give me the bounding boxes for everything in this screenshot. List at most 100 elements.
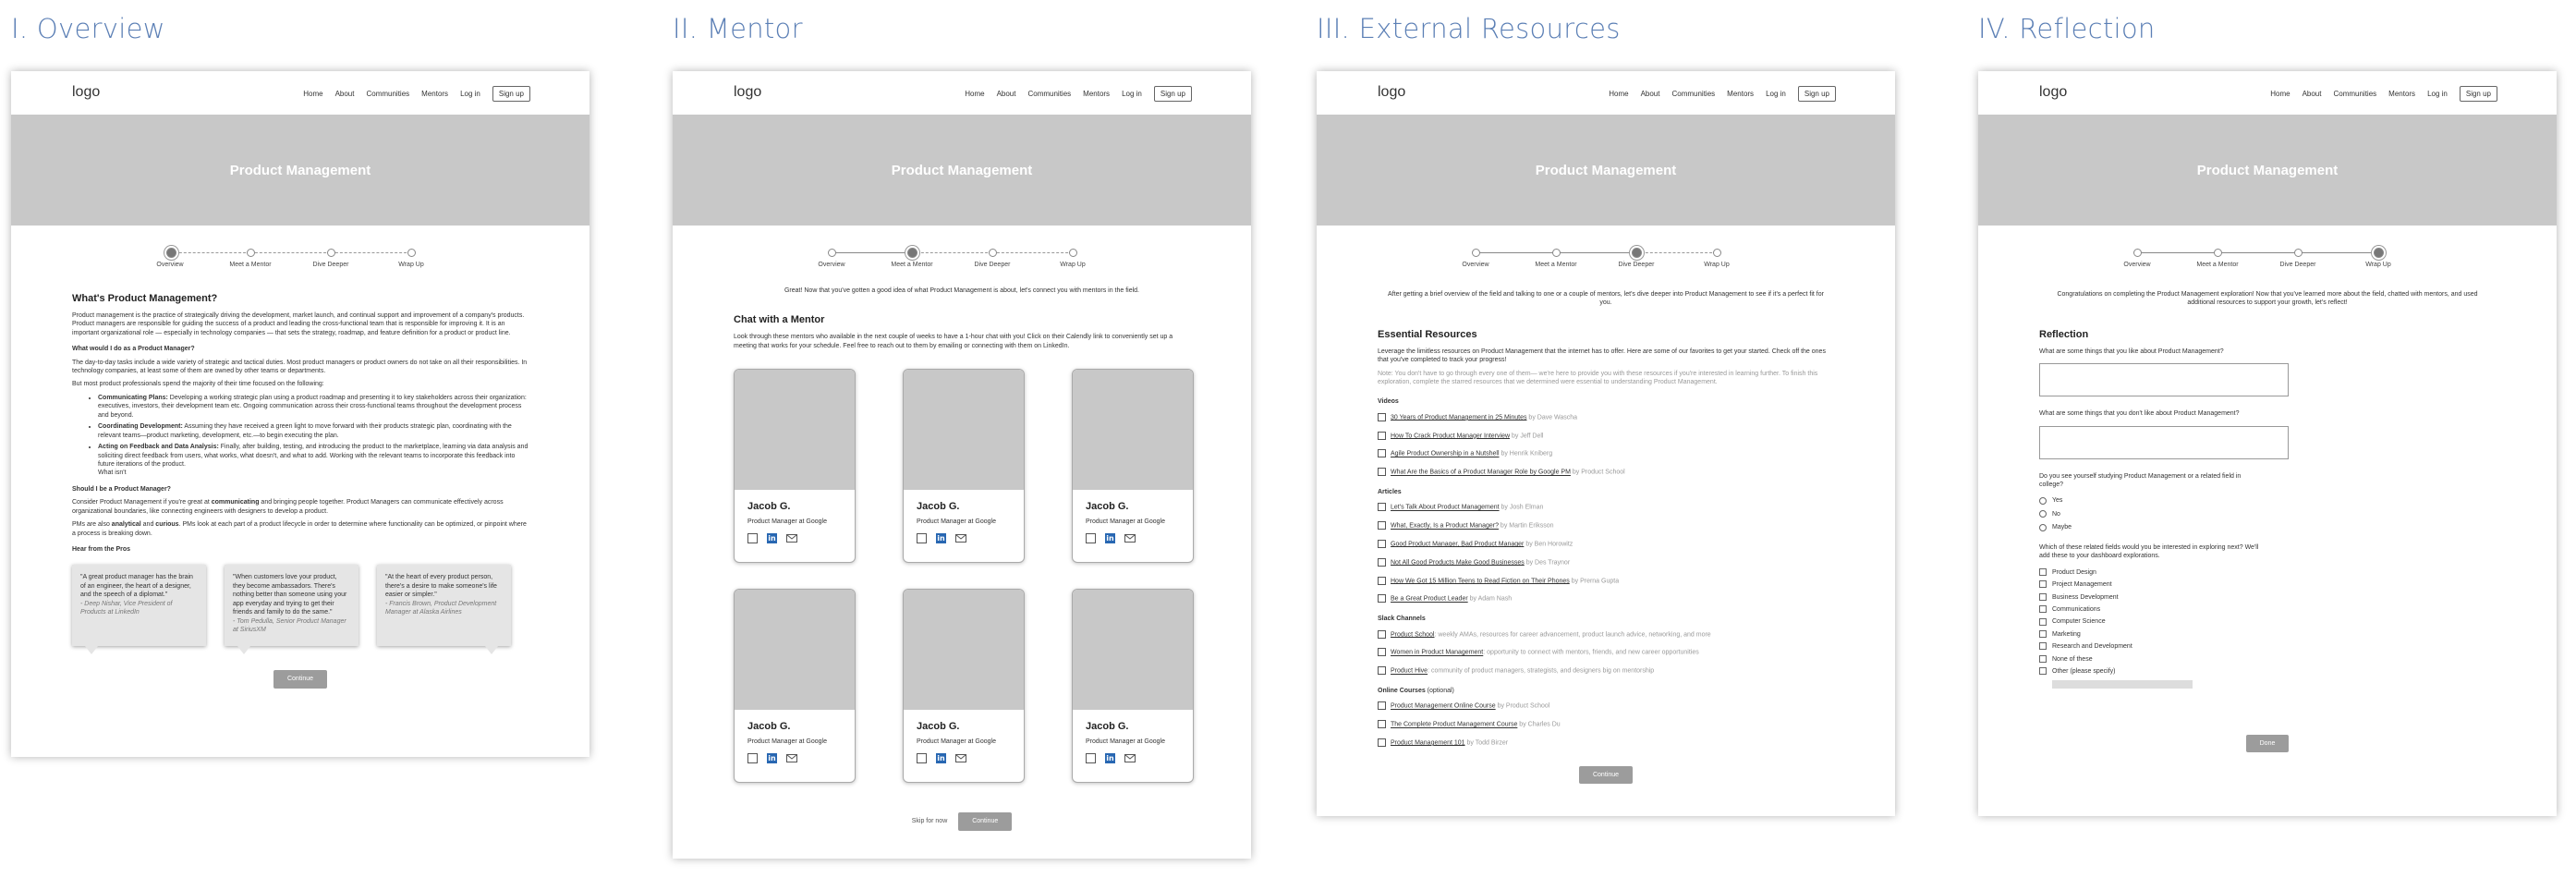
resource-item[interactable]: Good Product Manager, Bad Product Manage… [1378,540,1834,549]
resource-checkbox[interactable] [1378,431,1386,440]
nav-login[interactable]: Log in [2427,90,2448,98]
resource-item[interactable]: Let's Talk About Product Management by J… [1378,503,1834,512]
resource-item[interactable]: 30 Years of Product Management in 25 Min… [1378,412,1834,422]
resource-item[interactable]: Product Hive: community of product manag… [1378,666,1834,676]
resource-checkbox[interactable] [1378,468,1386,477]
resource-item[interactable]: How To Crack Product Manager Interview b… [1378,431,1834,441]
radio-option-yes[interactable]: Yes [2039,496,2496,505]
step-dot-mentor[interactable] [1552,249,1561,257]
resource-checkbox[interactable] [1378,576,1386,585]
resource-item[interactable]: Agile Product Ownership in a Nutshell by… [1378,449,1834,458]
nav-login[interactable]: Log in [460,90,480,98]
calendar-icon[interactable] [747,753,758,764]
mail-icon[interactable] [955,754,966,763]
resource-checkbox[interactable] [1378,557,1386,567]
resource-checkbox[interactable] [1378,412,1386,421]
nav-communities[interactable]: Communities [366,90,409,98]
resource-checkbox[interactable] [1378,540,1386,549]
resource-item[interactable]: Product Management Online Course by Prod… [1378,701,1834,711]
radio-option-no[interactable]: No [2039,510,2496,518]
radio-option-maybe[interactable]: Maybe [2039,523,2496,531]
step-dot-mentor[interactable] [247,249,255,257]
logo[interactable]: logo [2039,84,2067,101]
linkedin-icon[interactable]: in [767,533,777,544]
radio-button[interactable] [2039,496,2047,505]
resource-checkbox[interactable] [1378,720,1386,729]
signup-button[interactable]: Sign up [1797,86,1836,102]
resource-item[interactable]: How We Got 15 Million Teens to Read Fict… [1378,576,1834,586]
resource-checkbox[interactable] [1378,449,1386,458]
skip-link[interactable]: Skip for now [912,818,948,824]
nav-communities[interactable]: Communities [1027,90,1071,98]
done-button[interactable]: Done [2245,734,2290,753]
field-checkbox[interactable] [2039,580,2047,589]
nav-mentors[interactable]: Mentors [421,90,448,98]
nav-about[interactable]: About [1641,90,1660,98]
field-checkbox[interactable] [2039,654,2047,663]
signup-button[interactable]: Sign up [2459,86,2497,102]
linkedin-icon[interactable]: in [936,533,946,544]
resource-checkbox[interactable] [1378,594,1386,604]
field-option[interactable]: Other (please specify) [2039,667,2496,676]
field-checkbox[interactable] [2039,630,2047,638]
resource-checkbox[interactable] [1378,738,1386,747]
mentor-card[interactable]: Jacob G. Product Manager at Google in [1072,589,1194,784]
mentor-card[interactable]: Jacob G. Product Manager at Google in [903,589,1025,784]
linkedin-icon[interactable]: in [1105,533,1115,544]
nav-communities[interactable]: Communities [2333,90,2376,98]
field-option[interactable]: None of these [2039,654,2496,664]
resource-checkbox[interactable] [1378,503,1386,512]
field-checkbox[interactable] [2039,605,2047,614]
mentor-card[interactable]: Jacob G. Product Manager at Google in [734,369,856,564]
logo[interactable]: logo [1378,84,1405,101]
field-option[interactable]: Project Management [2039,580,2496,589]
other-specify-field[interactable] [2052,679,2193,689]
nav-home[interactable]: Home [965,90,984,98]
signup-button[interactable]: Sign up [492,86,530,102]
radio-button[interactable] [2039,510,2047,518]
nav-mentors[interactable]: Mentors [1083,90,1110,98]
calendar-icon[interactable] [1086,533,1096,544]
calendar-icon[interactable] [1086,753,1096,764]
field-checkbox[interactable] [2039,567,2047,576]
linkedin-icon[interactable]: in [767,753,777,764]
resource-item[interactable]: Women in Product Management: opportunity… [1378,648,1834,657]
step-dot-dive[interactable] [989,249,997,257]
resource-item[interactable]: Product School: weekly AMAs, resources f… [1378,629,1834,640]
continue-button[interactable]: Continue [958,812,1013,831]
field-option[interactable]: Business Development [2039,592,2496,602]
field-checkbox[interactable] [2039,617,2047,626]
step-dot-dive[interactable] [1632,248,1642,258]
nav-mentors[interactable]: Mentors [1727,90,1754,98]
nav-home[interactable]: Home [303,90,322,98]
field-option[interactable]: Research and Development [2039,642,2496,651]
resource-checkbox[interactable] [1378,629,1386,639]
step-dot-overview[interactable] [2133,249,2142,257]
step-dot-mentor[interactable] [2214,249,2222,257]
logo[interactable]: logo [72,84,100,101]
mail-icon[interactable] [786,534,797,543]
step-dot-dive[interactable] [327,249,335,257]
field-option[interactable]: Marketing [2039,630,2496,639]
nav-about[interactable]: About [335,90,355,98]
nav-mentors[interactable]: Mentors [2388,90,2415,98]
like-answer-field[interactable] [2039,363,2289,397]
mentor-card[interactable]: Jacob G. Product Manager at Google in [1072,369,1194,564]
field-checkbox[interactable] [2039,642,2047,651]
calendar-icon[interactable] [917,533,927,544]
step-dot-wrap[interactable] [2374,248,2384,258]
field-checkbox[interactable] [2039,592,2047,601]
calendar-icon[interactable] [917,753,927,764]
step-dot-overview[interactable] [1472,249,1480,257]
nav-login[interactable]: Log in [1766,90,1786,98]
linkedin-icon[interactable]: in [1105,753,1115,764]
mail-icon[interactable] [1124,754,1136,763]
logo[interactable]: logo [734,84,761,101]
field-option[interactable]: Product Design [2039,567,2496,577]
step-dot-wrap[interactable] [1713,249,1721,257]
step-dot-wrap[interactable] [1069,249,1077,257]
step-dot-dive[interactable] [2294,249,2303,257]
nav-about[interactable]: About [997,90,1016,98]
field-checkbox[interactable] [2039,667,2047,676]
nav-home[interactable]: Home [2270,90,2290,98]
